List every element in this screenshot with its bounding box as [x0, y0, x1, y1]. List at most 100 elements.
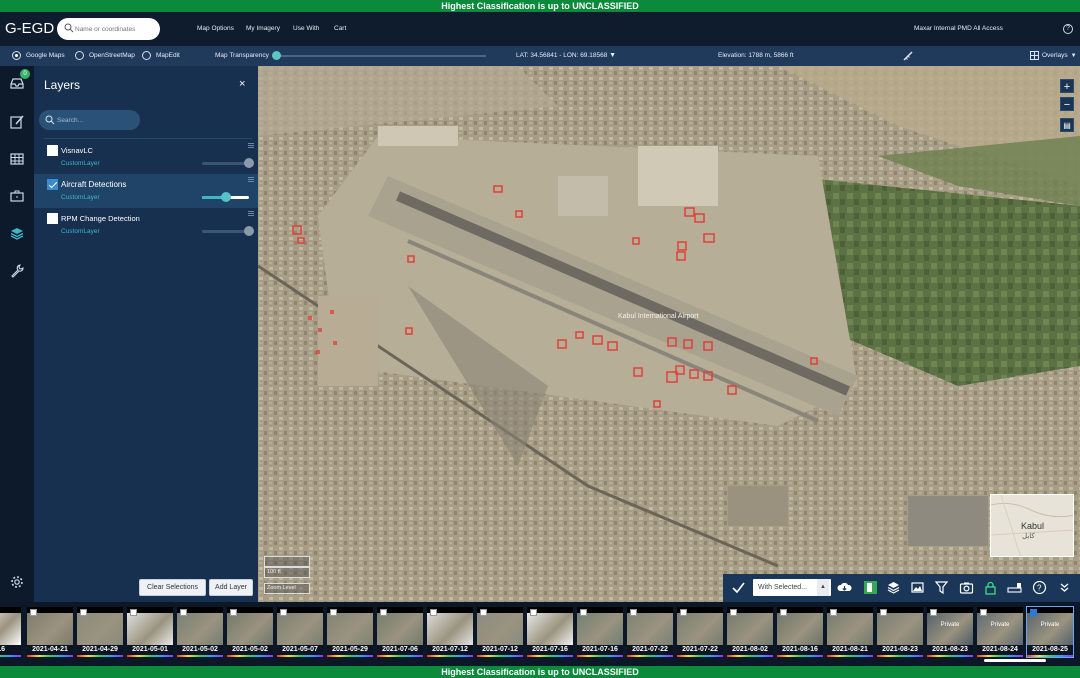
table-icon[interactable]	[9, 151, 25, 167]
transparency-slider-track[interactable]	[274, 55, 486, 57]
layers-icon[interactable]	[9, 225, 25, 241]
filmstrip-checkbox[interactable]	[580, 609, 587, 616]
layer-opacity-handle[interactable]	[244, 158, 254, 168]
edit-icon[interactable]	[9, 114, 25, 130]
imagery-thumbnail[interactable]	[727, 607, 773, 645]
zoom-out-button[interactable]: −	[1060, 97, 1074, 111]
briefcase-icon[interactable]	[9, 188, 25, 204]
lock-icon[interactable]	[983, 580, 998, 595]
settings-gear-icon[interactable]	[9, 574, 25, 590]
imagery-thumbnail[interactable]	[427, 607, 473, 645]
filmstrip-checkbox[interactable]	[130, 609, 137, 616]
with-selected-dropdown[interactable]: With Selected... ▲	[753, 579, 831, 596]
filmstrip-checkbox[interactable]	[380, 609, 387, 616]
filmstrip-checkbox[interactable]	[880, 609, 887, 616]
wrench-icon[interactable]	[9, 263, 25, 279]
filmstrip-item[interactable]: 4-16	[0, 607, 21, 657]
layers-stack-icon[interactable]	[886, 580, 901, 595]
imagery-thumbnail[interactable]	[477, 607, 523, 645]
location-search[interactable]	[57, 18, 160, 40]
layer-search[interactable]	[39, 110, 140, 130]
filmstrip-item[interactable]: 2021-08-23	[877, 607, 923, 657]
clear-selections-button[interactable]: Clear Selections	[139, 579, 206, 596]
filmstrip-item[interactable]: 2021-05-01	[127, 607, 173, 657]
imagery-thumbnail[interactable]	[27, 607, 73, 645]
filmstrip-checkbox[interactable]	[830, 609, 837, 616]
filmstrip-item[interactable]: 2021-05-02	[227, 607, 273, 657]
filmstrip-item[interactable]: Private 2021-08-23	[927, 607, 973, 657]
satellite-map[interactable]: Kabul International Airport 100 ft Zoom …	[258, 66, 1080, 602]
imagery-thumbnail[interactable]: Private	[927, 607, 973, 645]
add-layer-button[interactable]: Add Layer	[209, 579, 253, 596]
filmstrip-item[interactable]: 2021-07-12	[427, 607, 473, 657]
layer-checkbox[interactable]	[47, 213, 58, 224]
filmstrip-checkbox[interactable]	[280, 609, 287, 616]
layer-row-rpm-change-detection[interactable]: RPM Change Detection CustomLayer	[34, 208, 258, 242]
nav-map-options[interactable]: Map Options	[197, 25, 234, 32]
filmstrip-item[interactable]: 2021-05-07	[277, 607, 323, 657]
help-icon[interactable]: ?	[1063, 24, 1073, 34]
layer-opacity-handle[interactable]	[244, 226, 254, 236]
measure-icon[interactable]	[1007, 580, 1022, 595]
layer-checkbox[interactable]	[47, 179, 58, 190]
filmstrip-item[interactable]: 2021-07-12	[477, 607, 523, 657]
layer-row-visnavlc[interactable]: VisnavLC CustomLayer	[34, 140, 258, 174]
filmstrip-item[interactable]: 2021-08-16	[777, 607, 823, 657]
filmstrip-checkbox[interactable]	[80, 609, 87, 616]
filmstrip-item[interactable]: 2021-07-16	[577, 607, 623, 657]
filmstrip-checkbox[interactable]	[480, 609, 487, 616]
basemap-google[interactable]: Google Maps	[12, 51, 65, 60]
overview-map[interactable]: Kabul کابل	[990, 494, 1074, 557]
imagery-thumbnail[interactable]	[527, 607, 573, 645]
filmstrip-item[interactable]: 2021-08-21	[827, 607, 873, 657]
filmstrip-checkbox[interactable]	[430, 609, 437, 616]
imagery-thumbnail[interactable]	[677, 607, 723, 645]
drag-handle-icon[interactable]	[248, 177, 254, 182]
export-icon[interactable]	[863, 580, 878, 595]
drag-handle-icon[interactable]	[248, 143, 254, 148]
layer-opacity-slider[interactable]	[202, 162, 249, 165]
filmstrip-checkbox[interactable]	[30, 609, 37, 616]
filmstrip-item[interactable]: Private 2021-08-24	[977, 607, 1023, 657]
account-label[interactable]: Maxar Internal PMD All Access	[914, 25, 1003, 32]
filmstrip-checkbox[interactable]	[180, 609, 187, 616]
filmstrip-item[interactable]: 2021-08-02	[727, 607, 773, 657]
filmstrip-checkbox[interactable]	[1030, 609, 1037, 616]
filmstrip-item[interactable]: 2021-05-02	[177, 607, 223, 657]
filmstrip-checkbox[interactable]	[980, 609, 987, 616]
checkmark-icon[interactable]	[732, 581, 745, 594]
filmstrip-checkbox[interactable]	[330, 609, 337, 616]
transparency-slider-handle[interactable]	[272, 51, 281, 60]
nav-my-imagery[interactable]: My Imagery	[246, 25, 280, 32]
imagery-thumbnail[interactable]	[627, 607, 673, 645]
imagery-thumbnail[interactable]	[327, 607, 373, 645]
filmstrip-item[interactable]: 2021-07-22	[677, 607, 723, 657]
filmstrip-item[interactable]: Private 2021-08-25	[1026, 606, 1074, 658]
filmstrip-checkbox[interactable]	[730, 609, 737, 616]
imagery-thumbnail[interactable]	[77, 607, 123, 645]
location-search-input[interactable]	[75, 21, 157, 37]
imagery-thumbnail[interactable]: Private	[1027, 607, 1073, 645]
coordinate-readout[interactable]: LAT: 34.56841 - LON: 69.18568 ▼	[516, 52, 616, 59]
measure-ruler-icon[interactable]	[902, 50, 914, 62]
basemap-openstreetmap[interactable]: OpenStreetMap	[75, 51, 135, 60]
layer-row-aircraft-detections[interactable]: Aircraft Detections CustomLayer	[34, 174, 258, 208]
filter-icon[interactable]	[934, 580, 949, 595]
filmstrip-checkbox[interactable]	[530, 609, 537, 616]
zoom-in-button[interactable]: +	[1060, 79, 1074, 93]
layer-opacity-slider[interactable]	[202, 230, 249, 233]
filmstrip-checkbox[interactable]	[230, 609, 237, 616]
overlays-menu[interactable]: Overlays ▼	[1030, 51, 1077, 60]
layer-search-input[interactable]	[57, 113, 137, 127]
collapse-icon[interactable]	[1057, 580, 1072, 595]
nav-use-with[interactable]: Use With	[293, 25, 319, 32]
close-icon[interactable]: ×	[239, 78, 245, 90]
imagery-filmstrip[interactable]: 4-16 2021-04-21 2021-04-29 2021-05-01 2021-0…	[0, 602, 1080, 666]
layer-checkbox[interactable]	[47, 145, 58, 156]
imagery-thumbnail[interactable]: Private	[977, 607, 1023, 645]
filmstrip-item[interactable]: 2021-07-16	[527, 607, 573, 657]
imagery-thumbnail[interactable]	[777, 607, 823, 645]
imagery-thumbnail[interactable]	[377, 607, 423, 645]
imagery-thumbnail[interactable]	[277, 607, 323, 645]
filmstrip-item[interactable]: 2021-04-21	[27, 607, 73, 657]
